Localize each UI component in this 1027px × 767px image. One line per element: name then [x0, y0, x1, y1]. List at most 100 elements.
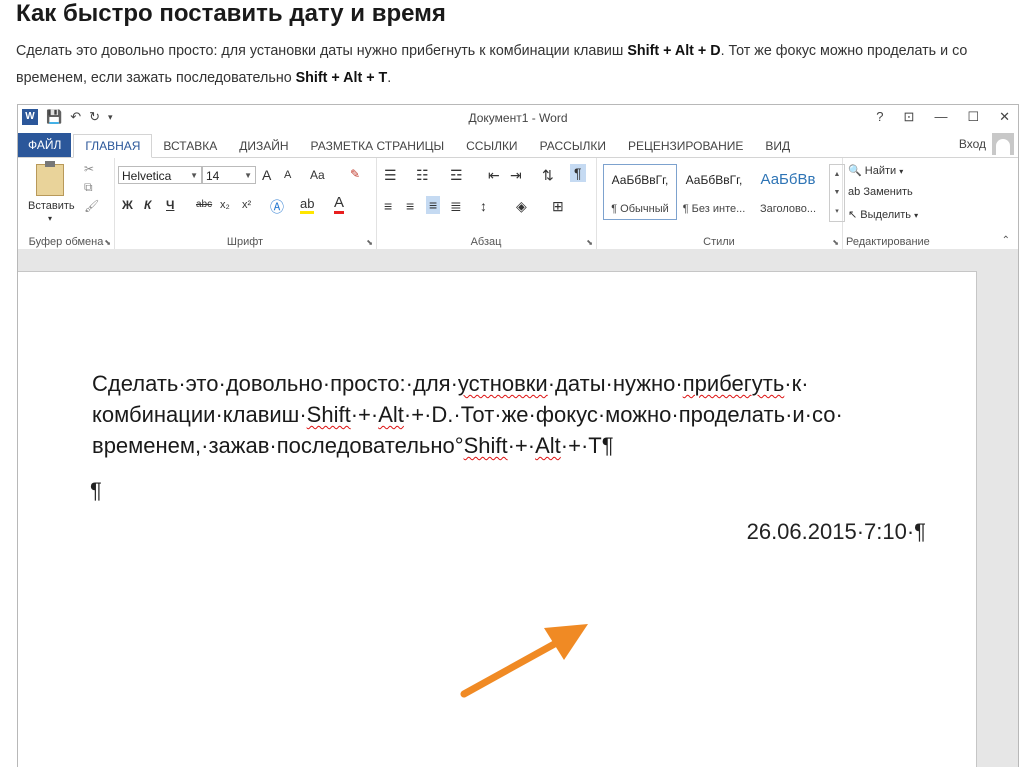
align-center-icon[interactable]: ≡ — [406, 198, 414, 214]
format-painter-icon[interactable]: 🖌 — [84, 199, 99, 213]
highlight-icon[interactable]: ab — [300, 197, 315, 214]
tab-layout[interactable]: РАЗМЕТКА СТРАНИЦЫ — [300, 135, 456, 157]
sort-icon[interactable]: ⇅ — [542, 167, 554, 184]
styles-gallery: АаБбВвГг, ¶ Обычный АаБбВвГг, ¶ Без инте… — [603, 164, 827, 220]
cut-icon[interactable]: ✂ — [84, 162, 99, 176]
dialog-launcher-icon[interactable]: ⬊ — [586, 238, 593, 247]
more-icon[interactable]: ▾ — [835, 207, 839, 215]
shrink-font-button[interactable]: A — [284, 169, 291, 181]
group-label-clipboard: Буфер обмена — [28, 236, 104, 248]
tab-file[interactable]: ФАЙЛ — [18, 133, 72, 157]
superscript-button[interactable]: x² — [242, 199, 251, 211]
grow-font-button[interactable]: A — [262, 167, 271, 183]
article-paragraph: Сделать это довольно просто: для установ… — [16, 43, 968, 86]
show-formatting-button[interactable]: ¶ — [570, 164, 586, 182]
arrow-annotation-icon — [460, 624, 588, 698]
tab-mailings[interactable]: РАССЫЛКИ — [529, 135, 617, 157]
align-left-icon[interactable]: ≡ — [384, 198, 392, 214]
dialog-launcher-icon[interactable]: ⬊ — [366, 238, 373, 247]
spelling-error[interactable]: Alt — [535, 433, 561, 458]
line-spacing-icon[interactable]: ↕ — [480, 198, 487, 214]
strikethrough-button[interactable]: abc — [196, 199, 212, 210]
avatar-icon — [992, 133, 1014, 155]
font-color-icon[interactable]: A — [334, 195, 345, 214]
minimize-button[interactable]: — — [934, 109, 947, 125]
doc-line-3: временем,·зажав·последовательно°Shift·+·… — [92, 433, 614, 458]
group-label-styles: Стили — [703, 236, 735, 248]
replace-button[interactable]: ab Заменить — [848, 186, 913, 198]
maximize-button[interactable]: ☐ — [967, 109, 979, 125]
article-title: Как быстро поставить дату и время — [16, 0, 446, 27]
document-area: Сделать·это·довольно·просто:·для·устновк… — [18, 249, 1018, 767]
window-controls: ? ⊡ — ☐ ✕ — [876, 109, 1010, 125]
tab-references[interactable]: ССЫЛКИ — [455, 135, 528, 157]
spelling-error[interactable]: прибегуть — [683, 371, 785, 396]
group-label-font: Шрифт — [226, 236, 264, 248]
document-page[interactable]: Сделать·это·довольно·просто:·для·устновк… — [18, 271, 977, 767]
ribbon: Вставить ▾ ✂ ⧉ 🖌 Буфер обмена ⬊ Helvetica… — [18, 158, 1018, 251]
spelling-error[interactable]: Shift — [464, 433, 508, 458]
clear-formatting-icon[interactable]: ✎ — [350, 167, 360, 181]
clipboard-small-tools: ✂ ⧉ 🖌 — [84, 162, 99, 213]
bold-button[interactable]: Ж — [122, 198, 133, 212]
dialog-launcher-icon[interactable]: ⬊ — [832, 238, 839, 247]
window-title: Документ1 - Word — [468, 111, 568, 125]
chevron-down-icon: ▼ — [190, 171, 198, 180]
title-bar: W 💾 ↶ ↻ ▾ Документ1 - Word ? ⊡ — ☐ ✕ — [18, 105, 1018, 131]
help-button[interactable]: ? — [876, 109, 883, 125]
bullets-icon[interactable]: ☰ — [384, 167, 397, 184]
underline-button[interactable]: Ч — [166, 198, 174, 212]
numbering-icon[interactable]: ☷ — [416, 167, 429, 184]
subscript-button[interactable]: x₂ — [220, 199, 230, 211]
group-paragraph: ☰ ☷ ☲ ⇤ ⇥ ⇅ ¶ ≡ ≡ ≡ ≣ ↕ ◈ ⊞ Абзац ⬊ — [376, 158, 597, 250]
ribbon-display-button[interactable]: ⊡ — [904, 109, 915, 125]
chevron-down-icon: ▾ — [899, 167, 904, 176]
document-body-text[interactable]: Сделать·это·довольно·просто:·для·устновк… — [92, 368, 912, 461]
style-no-spacing[interactable]: АаБбВвГг, ¶ Без инте... — [677, 164, 751, 220]
tab-view[interactable]: ВИД — [754, 135, 801, 157]
text-effects-icon[interactable]: Ⓐ — [270, 197, 284, 217]
binoculars-icon: 🔍 — [848, 165, 862, 177]
spelling-error[interactable]: Alt — [378, 402, 404, 427]
spelling-error[interactable]: Shift — [307, 402, 351, 427]
font-size-select[interactable]: 14 ▼ — [202, 166, 256, 184]
tab-insert[interactable]: ВСТАВКА — [152, 135, 228, 157]
ribbon-tabs: ФАЙЛ ГЛАВНАЯ ВСТАВКА ДИЗАЙН РАЗМЕТКА СТР… — [18, 131, 1018, 158]
copy-icon[interactable]: ⧉ — [84, 180, 99, 195]
increase-indent-icon[interactable]: ⇥ — [510, 167, 522, 184]
find-button[interactable]: 🔍 Найти ▾ — [848, 164, 903, 177]
font-name-select[interactable]: Helvetica ▼ — [118, 166, 202, 184]
change-case-button[interactable]: Aa — [310, 168, 325, 182]
collapse-ribbon-icon[interactable]: ⌃ — [1002, 235, 1010, 246]
close-button[interactable]: ✕ — [999, 109, 1010, 125]
style-normal[interactable]: АаБбВвГг, ¶ Обычный — [603, 164, 677, 220]
group-clipboard: Вставить ▾ ✂ ⧉ 🖌 Буфер обмена ⬊ — [18, 158, 115, 250]
clipboard-icon — [36, 161, 64, 196]
justify-icon[interactable]: ≣ — [450, 198, 462, 215]
borders-icon[interactable]: ⊞ — [552, 198, 564, 215]
italic-button[interactable]: К — [144, 198, 151, 212]
chevron-down-icon[interactable]: ▼ — [834, 189, 841, 196]
style-heading[interactable]: АаБбВв Заголово... — [751, 164, 825, 220]
shading-icon[interactable]: ◈ — [516, 198, 527, 215]
shortcut-date: Shift + Alt + D — [627, 43, 721, 59]
empty-paragraph-mark: ¶ — [90, 478, 102, 503]
chevron-down-icon: ▾ — [914, 211, 919, 220]
doc-line-2: комбинации·клавиш·Shift·+·Alt·+·D.·Тот·ж… — [92, 402, 843, 427]
tab-review[interactable]: РЕЦЕНЗИРОВАНИЕ — [617, 135, 754, 157]
sign-in[interactable]: Вход — [959, 133, 1014, 155]
dialog-launcher-icon[interactable]: ⬊ — [104, 238, 111, 247]
select-button[interactable]: ↖ Выделить ▾ — [848, 208, 918, 221]
tab-home[interactable]: ГЛАВНАЯ — [73, 134, 153, 158]
tab-design[interactable]: ДИЗАЙН — [228, 135, 299, 157]
chevron-down-icon: ▼ — [244, 171, 252, 180]
cursor-icon: ↖ — [848, 209, 858, 221]
chevron-up-icon[interactable]: ▲ — [834, 171, 841, 178]
align-right-icon[interactable]: ≡ — [426, 196, 441, 214]
multilevel-list-icon[interactable]: ☲ — [450, 167, 463, 184]
decrease-indent-icon[interactable]: ⇤ — [488, 167, 500, 184]
group-font: Helvetica ▼ 14 ▼ A A Aa ✎ Ж К Ч abc x₂ x² … — [114, 158, 377, 250]
paste-button[interactable]: Вставить ▾ — [28, 161, 75, 224]
replace-icon: ab — [848, 186, 861, 198]
spelling-error[interactable]: устновки — [458, 371, 548, 396]
